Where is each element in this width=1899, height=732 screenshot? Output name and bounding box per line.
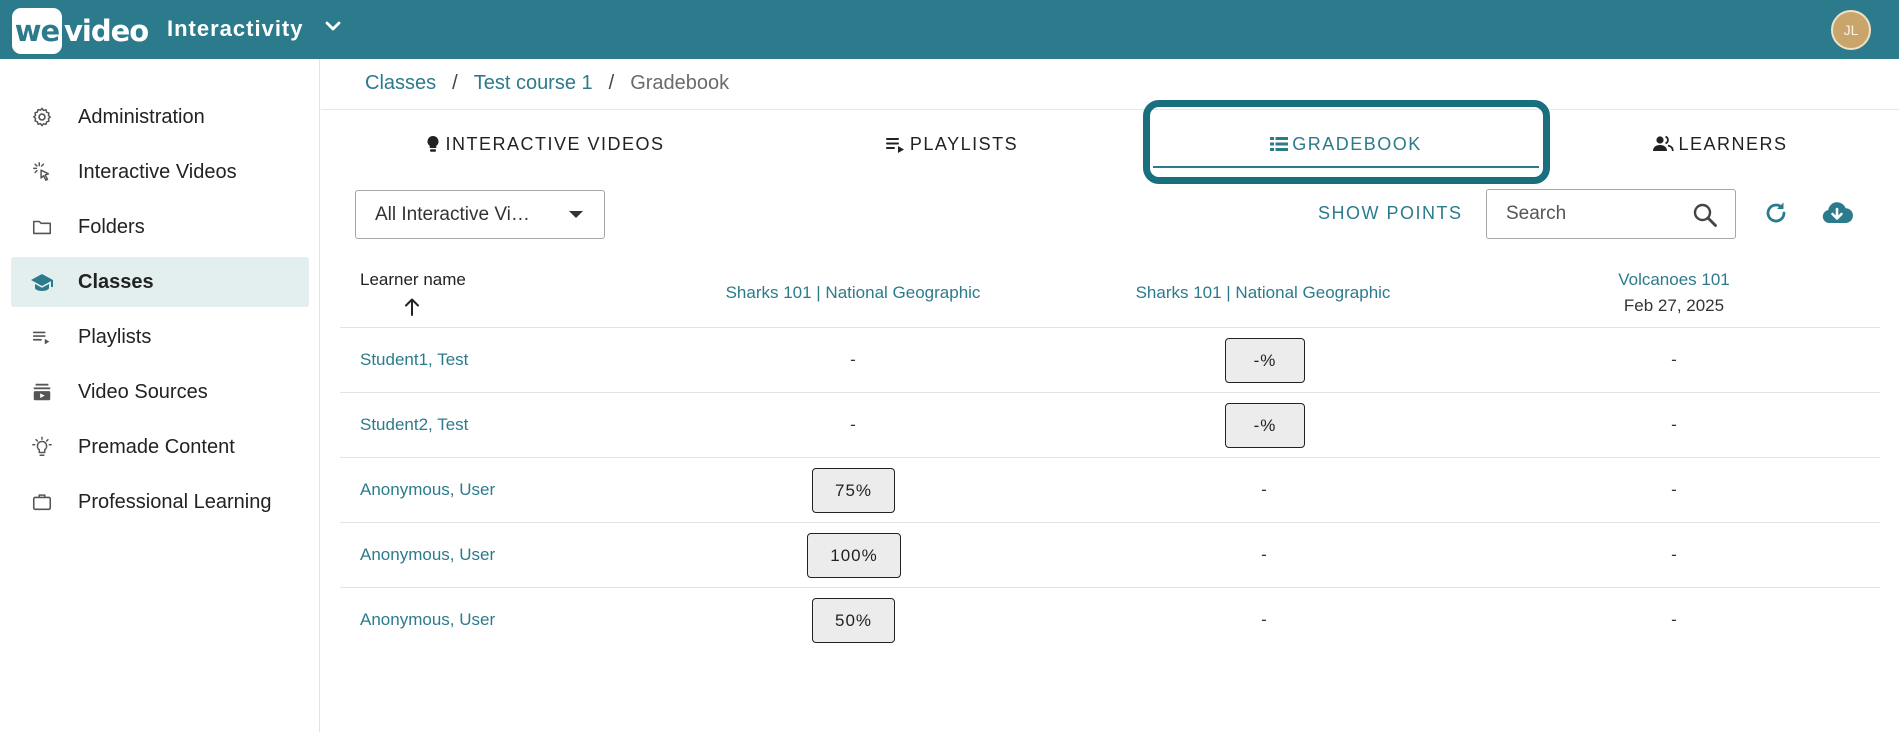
breadcrumb-divider [321,109,1899,110]
breadcrumb: Classes / Test course 1 / Gradebook [365,72,729,95]
lightbulb-icon [427,136,439,152]
video-filter-value: All Interactive Vi… [375,203,530,225]
sidebar-item-interactive-videos[interactable]: Interactive Videos [11,147,309,197]
grade-cell: - [1671,610,1677,629]
grade-cell: - [1671,350,1677,369]
breadcrumb-separator: / [608,72,615,94]
sidebar-item-label: Administration [78,105,205,128]
caret-down-icon [569,211,583,218]
playlist-icon [885,138,904,153]
grade-button[interactable]: 50% [812,598,895,643]
learner-name-link[interactable]: Student2, Test [360,415,468,435]
app-switcher-title[interactable]: Interactivity [167,16,304,42]
grade-cell: - [850,415,856,434]
row-divider [340,522,1880,523]
grade-cell: - [1261,545,1267,564]
pointer-click-icon [30,160,54,184]
grade-button[interactable]: 100% [807,533,901,578]
sidebar-item-label: Classes [78,270,154,293]
sidebar-item-folders[interactable]: Folders [11,202,309,252]
breadcrumb-classes[interactable]: Classes [365,72,436,95]
row-divider [340,327,1880,328]
column-header-video-2[interactable]: Sharks 101 | National Geographic [1093,283,1433,303]
graduation-cap-icon [30,270,54,294]
tab-interactive-videos[interactable]: INTERACTIVE VIDEOS [395,130,695,158]
learner-name-header[interactable]: Learner name [360,270,466,290]
column-header-date: Feb 27, 2025 [1623,296,1725,315]
breadcrumb-separator: / [452,72,458,94]
arrow-up-icon[interactable] [403,297,421,317]
sidebar-item-premade-content[interactable]: Premade Content [11,422,309,472]
sidebar-item-label: Playlists [78,325,152,348]
user-avatar[interactable]: JL [1831,10,1871,50]
breadcrumb-current: Gradebook [630,72,730,94]
logo-we-badge: we [12,8,62,54]
tab-label: INTERACTIVE VIDEOS [445,133,665,154]
folder-icon [30,215,54,239]
row-divider [340,457,1880,458]
tab-label: PLAYLISTS [909,133,1019,154]
top-bar: we video Interactivity JL [0,0,1899,59]
sidebar-item-video-sources[interactable]: Video Sources [11,367,309,417]
show-points-button[interactable]: SHOW POINTS [1318,203,1463,224]
row-divider [340,587,1880,588]
sidebar-item-playlists[interactable]: Playlists [11,312,309,362]
grade-cell: - [850,350,856,369]
grade-cell: - [1261,610,1267,629]
learner-name-link[interactable]: Student1, Test [360,350,468,370]
sidebar-item-label: Video Sources [78,380,208,403]
grade-cell: - [1671,545,1677,564]
row-divider [340,392,1880,393]
learner-name-link[interactable]: Anonymous, User [360,545,495,565]
video-filter-dropdown[interactable]: All Interactive Vi… [355,190,605,239]
grade-button[interactable]: 75% [812,468,895,513]
learner-name-link[interactable]: Anonymous, User [360,480,495,500]
sidebar-item-label: Professional Learning [78,490,272,513]
search-icon[interactable] [1692,202,1718,228]
sidebar-item-administration[interactable]: Administration [11,92,309,142]
column-header-video-3[interactable]: Volcanoes 101 [1524,270,1824,290]
search-input[interactable] [1506,203,1676,225]
sidebar-item-classes[interactable]: Classes [11,257,309,307]
grade-cell: - [1671,415,1677,434]
grade-button[interactable]: -% [1225,338,1305,383]
learner-name-link[interactable]: Anonymous, User [360,610,495,630]
column-header-video-1[interactable]: Sharks 101 | National Geographic [683,283,1023,303]
sidebar-item-label: Folders [78,215,145,238]
sidebar: Administration Interactive Videos Folder… [0,59,320,732]
cloud-download-icon[interactable] [1821,199,1853,227]
refresh-icon[interactable] [1762,199,1790,227]
grade-button[interactable]: -% [1225,403,1305,448]
wevideo-logo[interactable]: we video [12,8,149,54]
playlist-icon [30,325,54,349]
sidebar-item-label: Interactive Videos [78,160,237,183]
grade-cell: - [1261,480,1267,499]
tab-label: LEARNERS [1678,133,1788,154]
chevron-down-icon[interactable] [324,16,342,38]
sidebar-item-professional-learning[interactable]: Professional Learning [11,477,309,527]
sidebar-item-label: Premade Content [78,435,235,458]
users-icon [1653,135,1675,152]
breadcrumb-course[interactable]: Test course 1 [474,72,593,95]
lightbulb-icon [30,435,54,459]
tab-learners[interactable]: LEARNERS [1620,130,1820,158]
gear-icon [30,105,54,129]
search-field[interactable] [1486,189,1736,239]
briefcase-icon [30,490,54,514]
grade-cell: - [1671,480,1677,499]
logo-video-text: video [64,14,149,48]
video-stack-icon [30,380,54,404]
tab-playlists[interactable]: PLAYLISTS [832,130,1072,158]
gradebook-highlight-outline [1143,100,1550,184]
